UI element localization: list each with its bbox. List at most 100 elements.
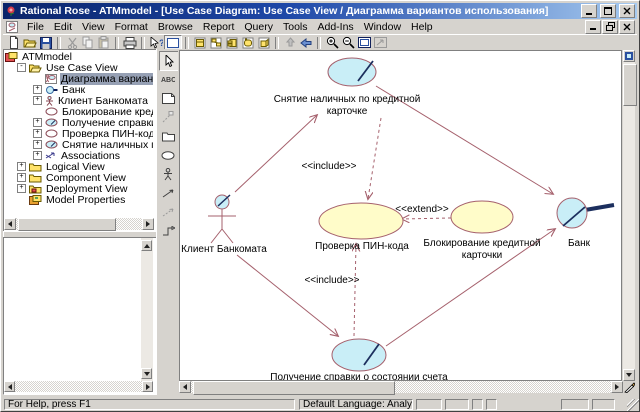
expand-icon[interactable]: + [17,184,26,193]
scroll-left-icon[interactable] [179,381,191,393]
browse-state-machine-diagram-icon[interactable] [240,36,256,50]
tree-item-block-card[interactable]: Блокирование кредитной карточки [5,106,153,117]
zoom-in-icon[interactable] [324,36,340,50]
mdi-restore-button[interactable] [602,20,618,34]
expand-icon[interactable]: + [33,140,42,149]
doc-vertical-scrollbar[interactable] [141,238,153,381]
menu-help[interactable]: Help [406,20,438,34]
menu-tools[interactable]: Tools [278,20,313,34]
actor-tool-icon[interactable] [159,165,177,183]
mdi-child-icon[interactable] [6,21,19,33]
dependency-tool-icon[interactable] [159,203,177,221]
expand-icon[interactable]: + [33,118,42,127]
anchor-note-tool-icon[interactable] [159,108,177,126]
menu-report[interactable]: Report [198,20,240,34]
tree-item-check-pin[interactable]: + Проверка ПИН-кода [5,128,153,139]
tree-item-component-view[interactable]: + Component View [5,172,153,183]
browse-class-diagram-icon[interactable] [192,36,208,50]
menu-edit[interactable]: Edit [49,20,77,34]
menu-window[interactable]: Window [359,20,406,34]
browse-deployment-diagram-icon[interactable] [256,36,272,50]
scrollbar-thumb[interactable] [193,381,395,395]
browse-previous-icon[interactable] [298,36,314,50]
text-tool-icon[interactable]: ABC [159,70,177,88]
menu-query[interactable]: Query [239,20,278,34]
selector-tool-icon[interactable] [159,51,179,71]
browse-component-diagram-icon[interactable] [224,36,240,50]
association-client-accountinfo[interactable] [237,255,338,336]
browse-interaction-diagram-icon[interactable] [208,36,224,50]
scroll-down-icon[interactable] [141,368,152,379]
tree-item-use-case-view[interactable]: - Use Case View [5,62,153,73]
use-case-diagram-canvas[interactable]: <<include>> <<include>> <<extend>> Сняти… [179,50,622,381]
unidirectional-association-tool-icon[interactable] [159,184,177,202]
undo-fit-icon[interactable] [372,36,388,50]
include-accountinfo-checkpin[interactable] [354,244,356,336]
paste-icon[interactable] [96,36,112,50]
scroll-right-icon[interactable] [611,381,623,393]
tree-item-logical-view[interactable]: + Logical View [5,161,153,172]
use-case-account-info[interactable]: Получение справки о состоянии счета [270,339,448,380]
print-icon[interactable] [122,36,138,50]
scroll-left-icon[interactable] [4,218,16,230]
tree-item-client[interactable]: + Клиент Банкомата [5,95,153,106]
expand-icon[interactable]: + [33,96,42,105]
generalization-tool-icon[interactable] [159,222,177,240]
menu-view[interactable]: View [77,20,110,34]
scrollbar-thumb[interactable] [18,218,116,231]
menu-format[interactable]: Format [110,20,153,34]
tree-item-associations[interactable]: + Associations [5,150,153,161]
expand-icon[interactable]: + [33,129,42,138]
resize-grip[interactable] [627,399,639,411]
expand-icon[interactable]: + [33,151,42,160]
tree-item-model-properties[interactable]: Model Properties [5,194,153,205]
use-case-withdraw-cash[interactable]: Снятие наличных по кредитной карточке [274,58,421,117]
association-client-withdraw[interactable] [235,115,317,192]
use-case-tool-icon[interactable] [159,146,177,164]
close-button[interactable] [619,4,635,18]
expand-icon[interactable]: + [33,85,42,94]
tree-horizontal-scrollbar[interactable] [4,218,154,230]
canvas-vertical-scrollbar[interactable] [623,50,635,381]
canvas-horizontal-scrollbar[interactable] [179,381,623,393]
new-model-icon[interactable] [6,36,22,50]
tree-item-atmmodel[interactable]: ATMmodel [5,51,153,62]
fit-in-window-icon[interactable] [356,36,372,50]
doc-horizontal-scrollbar[interactable] [4,381,153,392]
use-case-check-pin[interactable]: Проверка ПИН-кода [315,203,409,252]
scroll-up-icon[interactable] [141,240,152,251]
tree-item-bank[interactable]: + Банк [5,84,153,95]
open-model-icon[interactable] [22,36,38,50]
documentation-panel[interactable] [3,237,157,395]
expand-icon[interactable]: + [17,162,26,171]
expand-icon[interactable]: + [17,173,26,182]
actor-bank[interactable]: Банк [557,198,614,249]
scroll-right-icon[interactable] [142,218,154,230]
menu-file[interactable]: File [22,20,49,34]
tree-item-use-case-diagram[interactable]: Диаграмма вариантов использования [5,73,153,84]
save-icon[interactable] [38,36,54,50]
scroll-right-icon[interactable] [142,381,153,392]
collapse-icon[interactable]: - [17,63,26,72]
cut-icon[interactable] [64,36,80,50]
tree-item-account-info[interactable]: + Получение справки о состоянии счета [5,117,153,128]
scrollbar-thumb[interactable] [623,64,637,106]
minimize-button[interactable] [581,4,597,18]
scroll-left-icon[interactable] [4,381,15,392]
maximize-button[interactable] [600,4,616,18]
browse-parent-icon[interactable] [282,36,298,50]
menu-add-ins[interactable]: Add-Ins [313,20,359,34]
context-help-icon[interactable]: ? [148,36,164,50]
zoom-out-icon[interactable] [340,36,356,50]
actor-client[interactable]: Клиент Банкомата [181,195,267,255]
include-withdraw-checkpin[interactable] [368,118,381,199]
copy-icon[interactable] [80,36,96,50]
diagram-navigator-icon[interactable] [623,50,635,62]
mdi-minimize-button[interactable] [585,20,601,34]
menu-browse[interactable]: Browse [153,20,198,34]
package-tool-icon[interactable] [159,127,177,145]
extend-blockcard-checkpin[interactable] [402,218,451,219]
note-tool-icon[interactable] [159,89,177,107]
mdi-close-button[interactable] [619,20,635,34]
tree-item-withdraw[interactable]: + Снятие наличных по кредитной карточке [5,139,153,150]
